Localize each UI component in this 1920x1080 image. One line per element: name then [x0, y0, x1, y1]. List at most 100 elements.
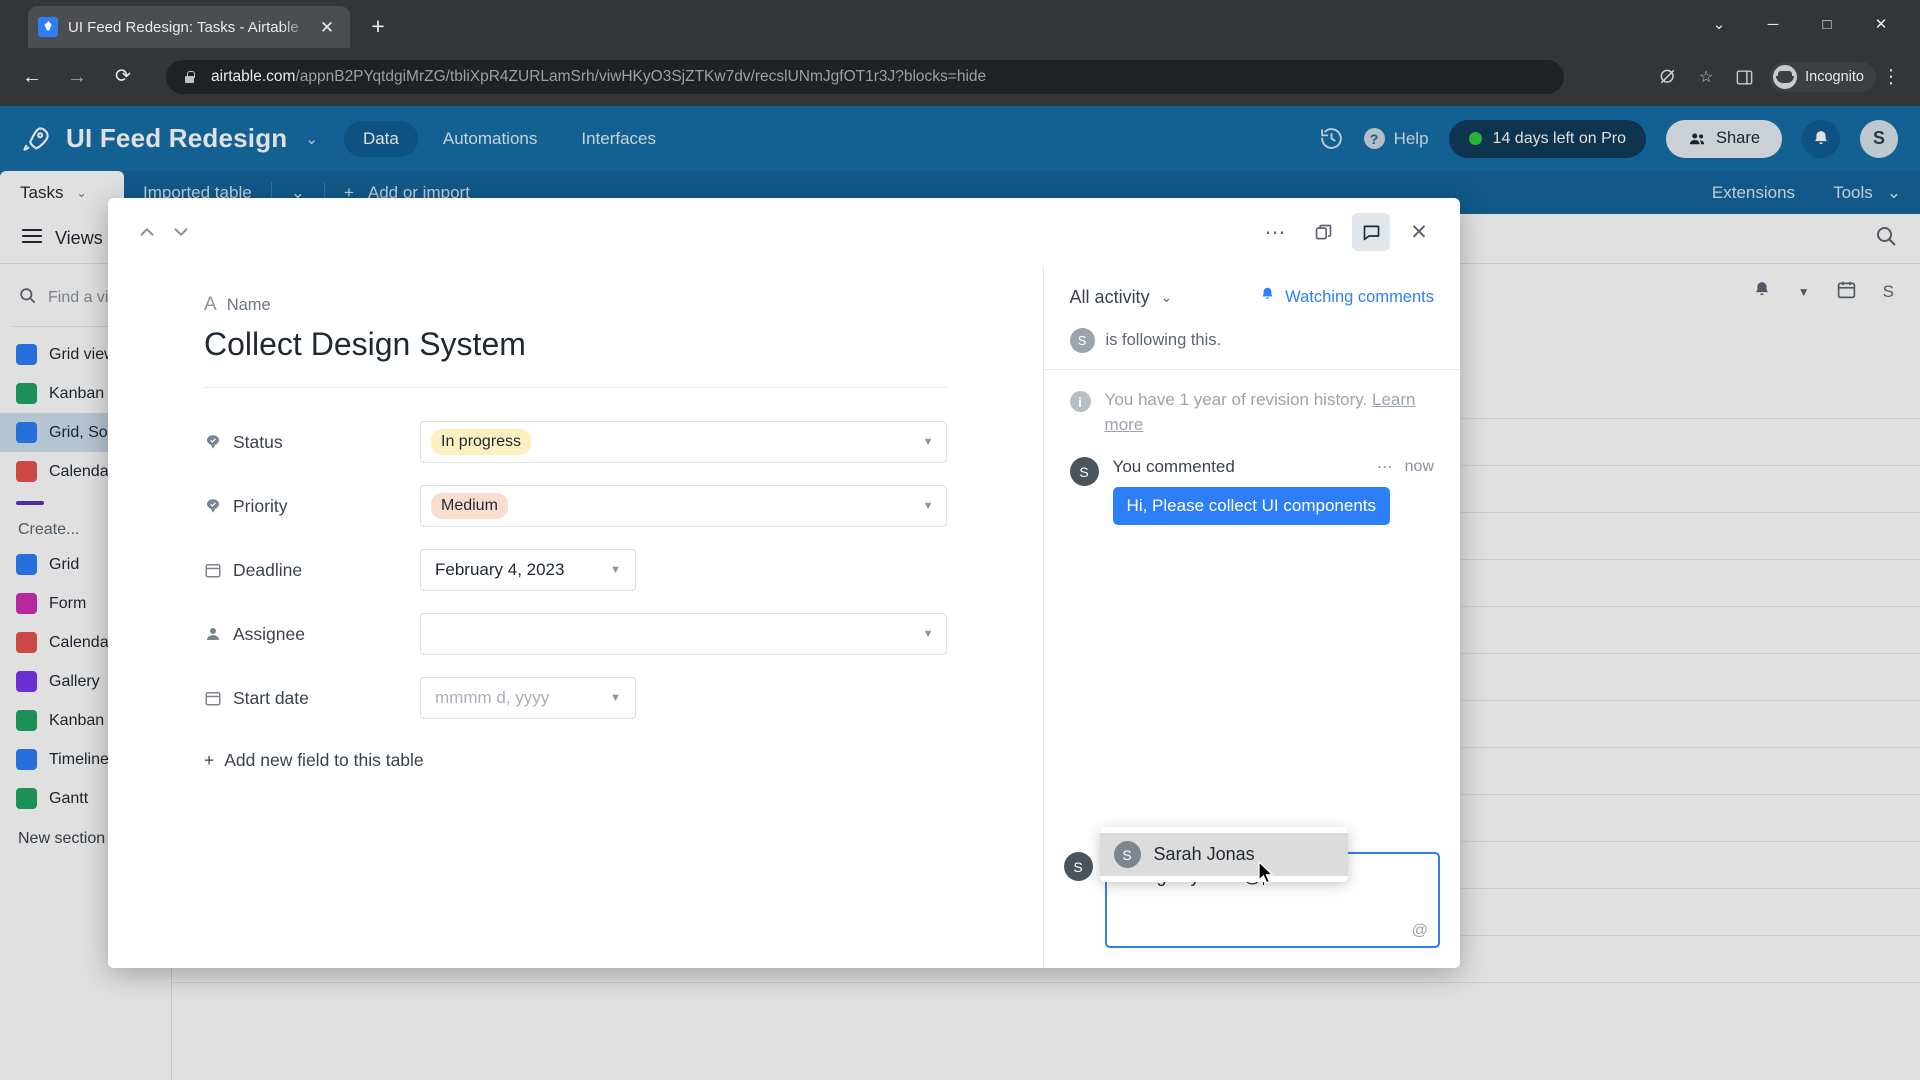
address-bar[interactable]: airtable.com/appnB2PYqtdgiMrZG/tbliXpR4Z…	[166, 60, 1564, 94]
primary-field-name: Name	[226, 295, 271, 314]
avatar: S	[1069, 328, 1095, 353]
close-window-button[interactable]: ✕	[1868, 15, 1894, 33]
back-button[interactable]: ←	[17, 62, 47, 92]
field-label-text: Assignee	[233, 623, 305, 644]
comment-body: You commented ⋯ now Hi, Please collect U…	[1112, 457, 1434, 526]
comment-timestamp: now	[1404, 458, 1434, 476]
comment-text: Hi, Please collect UI components	[1112, 487, 1390, 526]
calendar-icon	[204, 689, 222, 707]
tab-strip: UI Feed Redesign: Tasks - Airtable ✕ + ⌄…	[0, 0, 1920, 48]
plus-icon: +	[204, 750, 215, 770]
close-icon[interactable]: ✕	[314, 14, 340, 40]
tab-title: UI Feed Redesign: Tasks - Airtable	[68, 18, 299, 36]
deadline-value: February 4, 2023	[435, 560, 565, 579]
comment-composer: S Design system @ @ S Sarah Jonas	[1044, 827, 1460, 968]
add-new-field-button[interactable]: + Add new field to this table	[204, 750, 947, 771]
mention-option-sarah-jonas[interactable]: S Sarah Jonas	[1099, 833, 1348, 876]
field-label-text: Status	[233, 431, 283, 452]
field-label-priority: Priority	[204, 496, 420, 517]
url-domain: airtable.com	[211, 68, 296, 85]
primary-field-label: A Name	[204, 294, 947, 316]
field-value-start-date[interactable]: mmmm d, yyyy ▼	[420, 677, 636, 719]
info-icon: i	[1069, 391, 1091, 412]
incognito-label: Incognito	[1805, 69, 1864, 85]
field-label-text: Deadline	[233, 559, 303, 580]
record-fields-pane: A Name Collect Design System Status In p…	[108, 266, 1044, 968]
close-icon[interactable]: ✕	[1400, 213, 1438, 251]
bell-icon	[1259, 286, 1276, 308]
record-title[interactable]: Collect Design System	[204, 326, 947, 387]
avatar: S	[1069, 457, 1099, 487]
watching-comments-button[interactable]: Watching comments	[1259, 286, 1434, 308]
record-detail-modal: ⋯ ✕ A Name Collect Design System Status …	[108, 198, 1460, 968]
forward-button[interactable]: →	[62, 62, 92, 92]
chevron-down-icon[interactable]: ▼	[923, 436, 934, 448]
chevron-down-icon[interactable]: ⌄	[1706, 15, 1732, 33]
incognito-icon	[1773, 65, 1798, 89]
chevron-down-icon: ⌄	[1160, 288, 1173, 305]
comment-item: S You commented ⋯ now Hi, Please collect…	[1069, 457, 1434, 526]
record-modal-body: A Name Collect Design System Status In p…	[108, 266, 1460, 968]
activity-feed[interactable]: i You have 1 year of revision history. L…	[1044, 370, 1460, 838]
url-path: /appnB2PYqtdgiMrZG/tbliXpR4ZURLamSrh/viw…	[295, 68, 987, 85]
comment-meta: You commented ⋯ now	[1113, 457, 1434, 477]
chevron-down-icon[interactable]: ▼	[610, 692, 621, 704]
field-row-deadline: Deadline February 4, 2023 ▼	[204, 538, 947, 602]
more-options-icon[interactable]: ⋯	[1377, 457, 1393, 477]
field-row-assignee: Assignee ▼	[204, 602, 947, 666]
mention-button[interactable]: @	[1412, 922, 1428, 940]
avatar: S	[1113, 841, 1141, 868]
url-text: airtable.com/appnB2PYqtdgiMrZG/tbliXpR4Z…	[211, 68, 986, 86]
bookmark-star-icon[interactable]: ☆	[1687, 60, 1725, 94]
field-label-deadline: Deadline	[204, 560, 420, 581]
field-label-text: Start date	[233, 687, 309, 708]
chevron-up-icon[interactable]	[130, 215, 164, 249]
chevron-down-icon[interactable]	[164, 215, 198, 249]
browser-toolbar: ← → ⟳ airtable.com/appnB2PYqtdgiMrZG/tbl…	[0, 48, 1920, 106]
start-date-placeholder: mmmm d, yyyy	[435, 688, 550, 707]
mention-option-label: Sarah Jonas	[1153, 844, 1255, 864]
minimize-button[interactable]: ─	[1760, 16, 1786, 33]
comment-icon[interactable]	[1352, 213, 1390, 251]
field-value-deadline[interactable]: February 4, 2023 ▼	[420, 549, 636, 591]
record-modal-actions: ⋯ ✕	[1256, 213, 1438, 251]
field-value-assignee[interactable]: ▼	[420, 613, 947, 655]
following-status: S is following this.	[1044, 328, 1460, 369]
airtable-app: UI Feed Redesign ⌄ Data Automations Inte…	[0, 106, 1920, 1080]
avatar: S	[1063, 852, 1093, 881]
third-party-cookie-icon[interactable]	[1649, 60, 1687, 94]
window-controls: ⌄ ─ □ ✕	[1706, 4, 1914, 44]
browser-tab[interactable]: UI Feed Redesign: Tasks - Airtable ✕	[28, 6, 350, 48]
chevron-down-icon[interactable]: ▼	[610, 564, 621, 576]
single-select-icon	[204, 433, 222, 451]
activity-filter-dropdown[interactable]: All activity ⌄	[1070, 287, 1173, 308]
new-tab-button[interactable]: +	[362, 11, 394, 43]
divider	[204, 387, 947, 388]
following-label: is following this.	[1105, 331, 1222, 349]
incognito-profile-button[interactable]: Incognito	[1769, 62, 1876, 92]
side-panel-icon[interactable]	[1725, 60, 1763, 94]
chrome-menu-icon[interactable]: ⋮	[1876, 60, 1906, 94]
reload-button[interactable]: ⟳	[108, 62, 138, 92]
priority-badge: Medium	[431, 493, 508, 519]
chevron-down-icon[interactable]: ▼	[923, 500, 934, 512]
mention-suggestions-dropdown[interactable]: S Sarah Jonas	[1099, 827, 1348, 882]
field-value-status[interactable]: In progress ▼	[420, 421, 947, 463]
duplicate-icon[interactable]	[1304, 213, 1342, 251]
activity-header: All activity ⌄ Watching comments	[1044, 266, 1460, 328]
lock-icon	[182, 70, 197, 85]
maximize-button[interactable]: □	[1814, 16, 1840, 33]
text-field-icon: A	[204, 294, 217, 315]
more-options-icon[interactable]: ⋯	[1256, 213, 1294, 251]
history-note-label: You have 1 year of revision history.	[1104, 390, 1368, 409]
record-modal-toolbar: ⋯ ✕	[108, 198, 1460, 266]
field-value-priority[interactable]: Medium ▼	[420, 485, 947, 527]
single-select-icon	[204, 497, 222, 515]
toolbar-right: ☆ Incognito ⋮	[1649, 60, 1906, 94]
comment-author: You commented	[1112, 457, 1235, 477]
watching-label: Watching comments	[1285, 287, 1434, 306]
chevron-down-icon[interactable]: ▼	[923, 628, 934, 640]
status-badge: In progress	[431, 429, 532, 455]
field-row-priority: Priority Medium ▼	[204, 474, 947, 538]
revision-history-note: i You have 1 year of revision history. L…	[1069, 388, 1434, 457]
